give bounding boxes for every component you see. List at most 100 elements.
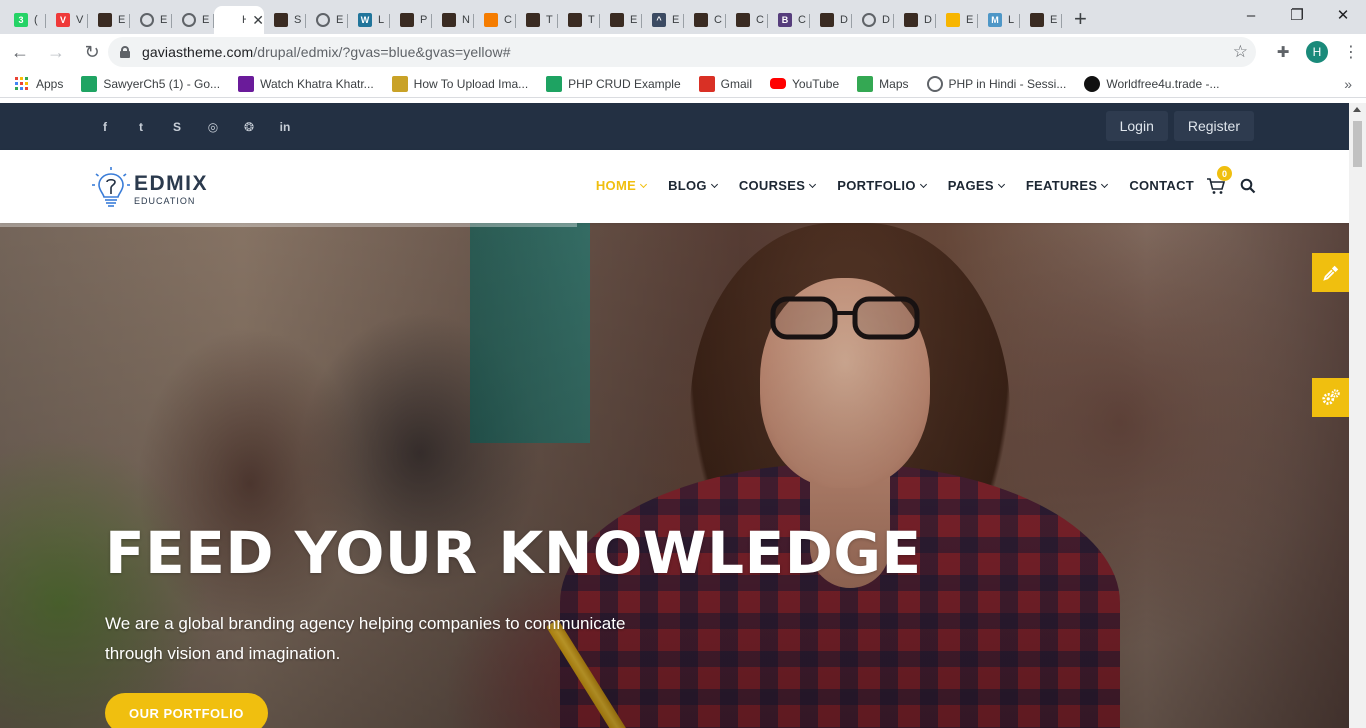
browser-tab[interactable]: E: [130, 6, 172, 34]
edmix-icon: [98, 13, 112, 27]
tab-title: L: [378, 14, 385, 26]
browser-toolbar: ← → ↻ gaviastheme.com/drupal/edmix/?gvas…: [0, 34, 1366, 70]
browser-tab[interactable]: VV: [46, 6, 88, 34]
new-tab-button[interactable]: +: [1074, 6, 1087, 32]
browser-tab[interactable]: C: [474, 6, 516, 34]
instagram-icon[interactable]: ◎: [204, 118, 222, 136]
more-menu-icon[interactable]: ⋮: [1336, 42, 1366, 62]
skype-icon[interactable]: S: [168, 118, 186, 136]
scrollbar-thumb[interactable]: [1353, 121, 1362, 167]
tab-title: T: [588, 14, 595, 26]
bookmarks-overflow-icon[interactable]: »: [1344, 76, 1352, 92]
browser-tab[interactable]: D: [810, 6, 852, 34]
menu-item-contact[interactable]: CONTACT: [1129, 178, 1194, 193]
browser-tab[interactable]: D: [894, 6, 936, 34]
maximize-button[interactable]: ❐: [1274, 0, 1320, 30]
page-icon: [222, 13, 236, 27]
browser-tab[interactable]: ^ E: [642, 6, 684, 34]
browser-tab[interactable]: C: [684, 6, 726, 34]
edmix-icon: [274, 13, 288, 27]
browser-tab[interactable]: E: [306, 6, 348, 34]
settings-tool[interactable]: [1312, 378, 1349, 417]
url-text[interactable]: gaviastheme.com/drupal/edmix/?gvas=blue&…: [142, 44, 511, 60]
browser-tab[interactable]: T: [558, 6, 600, 34]
bookmark-item[interactable]: SawyerCh5 (1) - Go...: [81, 75, 221, 92]
bookmark-label: YouTube: [792, 76, 840, 91]
browser-tab[interactable]: S: [264, 6, 306, 34]
browser-tab[interactable]: WL: [348, 6, 390, 34]
dribbble-icon[interactable]: ❂: [240, 118, 258, 136]
browser-tab[interactable]: E: [600, 6, 642, 34]
bookmark-label: Gmail: [720, 76, 752, 91]
bookmark-item[interactable]: How To Upload Ima...: [391, 75, 528, 92]
bookmark-item[interactable]: PHP CRUD Example: [546, 75, 681, 92]
menu-label: BLOG: [668, 178, 707, 193]
browser-tab[interactable]: BC: [768, 6, 810, 34]
site-logo[interactable]: EDMIX EDUCATION: [92, 166, 208, 212]
bookmark-item[interactable]: Worldfree4u.trade -...: [1084, 75, 1220, 92]
minimize-button[interactable]: –: [1228, 0, 1274, 30]
color-picker-tool[interactable]: [1312, 253, 1349, 292]
bookmark-item[interactable]: Apps: [14, 76, 63, 92]
browser-tab[interactable]: T: [516, 6, 558, 34]
g-icon: [1084, 75, 1101, 92]
forward-button[interactable]: →: [40, 36, 72, 68]
browser-tab[interactable]: D: [852, 6, 894, 34]
menu-item-pages[interactable]: PAGES: [948, 178, 1005, 193]
browser-tab[interactable]: E: [172, 6, 214, 34]
hero-slider: FEED YOUR KNOWLEDGE We are a global bran…: [0, 223, 1349, 728]
menu-item-courses[interactable]: COURSES: [739, 178, 817, 193]
menu-label: HOME: [595, 178, 637, 193]
bookmark-item[interactable]: Watch Khatra Khatr...: [238, 75, 374, 92]
globe-icon: [862, 13, 876, 27]
close-window-button[interactable]: ✕: [1320, 0, 1366, 30]
browser-tab[interactable]: 3(: [4, 6, 46, 34]
eyedropper-icon: [1322, 265, 1338, 281]
bookmark-item[interactable]: YouTube: [770, 77, 839, 91]
profile-avatar[interactable]: H: [1306, 41, 1328, 63]
tab-title: (: [34, 14, 38, 26]
menu-item-features[interactable]: FEATURES: [1026, 178, 1109, 193]
browser-tab[interactable]: E: [88, 6, 130, 34]
page-scrollbar[interactable]: [1349, 103, 1366, 728]
browser-tab[interactable]: H ✕: [214, 6, 264, 34]
register-button[interactable]: Register: [1173, 111, 1254, 141]
browser-tab[interactable]: C: [726, 6, 768, 34]
lock-icon[interactable]: [120, 46, 130, 58]
facebook-icon[interactable]: f: [96, 118, 114, 136]
browser-tab[interactable]: P: [390, 6, 432, 34]
search-icon[interactable]: [1240, 178, 1256, 194]
bookmark-item[interactable]: Gmail: [698, 75, 752, 92]
menu-item-home[interactable]: HOME: [595, 178, 648, 193]
twitter-icon[interactable]: t: [132, 118, 150, 136]
linkedin-icon[interactable]: in: [276, 118, 294, 136]
bookmark-star-icon[interactable]: ☆: [1233, 42, 1248, 62]
browser-tab[interactable]: N: [432, 6, 474, 34]
browser-tab[interactable]: E: [1020, 6, 1062, 34]
tab-close-icon[interactable]: ✕: [252, 12, 264, 29]
login-button[interactable]: Login: [1105, 111, 1168, 141]
bookmark-item[interactable]: Maps: [857, 75, 909, 92]
browser-tab[interactable]: E: [936, 6, 978, 34]
menu-item-portfolio[interactable]: PORTFOLIO: [837, 178, 927, 193]
scroll-up-arrow[interactable]: [1353, 107, 1361, 112]
tab-title: S: [294, 14, 302, 26]
globe-icon: [316, 13, 330, 27]
sketch-icon: [946, 13, 960, 27]
edmix-icon: [736, 13, 750, 27]
extensions-puzzle-icon[interactable]: ✚: [1268, 43, 1298, 61]
tab-title: N: [462, 14, 470, 26]
browser-tab[interactable]: ML: [978, 6, 1020, 34]
slider-progress-bar: [0, 223, 577, 227]
tab-title: E: [336, 14, 344, 26]
bookmark-label: SawyerCh5 (1) - Go...: [103, 76, 221, 91]
tab-title: E: [966, 14, 974, 26]
chevron-down-icon: [997, 180, 1005, 188]
back-button[interactable]: ←: [4, 36, 36, 68]
bookmark-item[interactable]: PHP in Hindi - Sessi...: [926, 75, 1066, 92]
reload-button[interactable]: ↻: [76, 36, 108, 68]
our-portfolio-button[interactable]: OUR PORTFOLIO: [105, 693, 268, 728]
menu-label: CONTACT: [1129, 178, 1194, 193]
menu-item-blog[interactable]: BLOG: [668, 178, 718, 193]
address-bar[interactable]: gaviastheme.com/drupal/edmix/?gvas=blue&…: [108, 37, 1256, 67]
